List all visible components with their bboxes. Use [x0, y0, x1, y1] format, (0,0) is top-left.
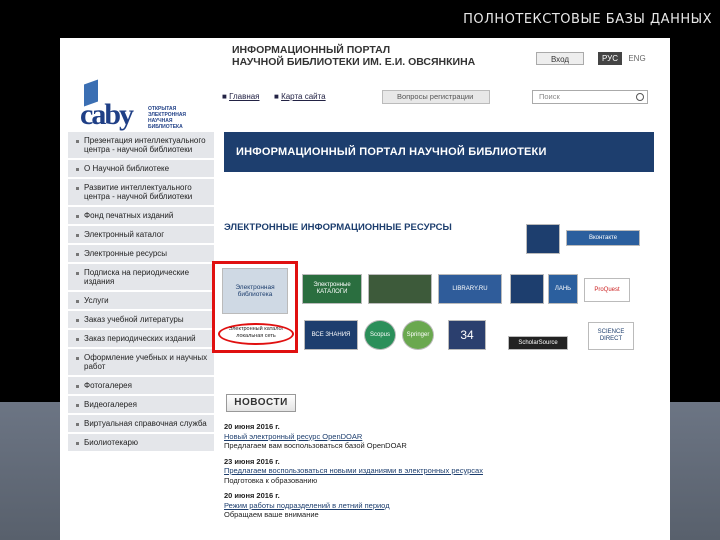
tile-vk[interactable]: Вконтакте	[566, 230, 640, 246]
tile-dissertations[interactable]	[368, 274, 432, 304]
news-date: 20 июня 2016 г.	[224, 491, 280, 500]
sidebar-item-virtual-help[interactable]: Виртуальная справочная служба	[68, 415, 214, 434]
news-text: Обращаем ваше внимание	[224, 510, 319, 519]
search-input[interactable]: Поиск	[532, 90, 648, 104]
sidebar-item-librarian[interactable]: Биолиотекарю	[68, 434, 214, 453]
nav-sitemap-link[interactable]: Карта сайта	[281, 92, 326, 101]
tile-elibrary[interactable]: LIBRARY.RU	[438, 274, 502, 304]
portal-title-line2: НАУЧНОЙ БИБЛИОТЕКИ ИМ. Е.И. ОВСЯНКИНА	[232, 56, 476, 68]
sidebar-item-about[interactable]: О Научной библиотеке	[68, 160, 214, 179]
tile-sciencedirect[interactable]: SCIENCE DIRECT	[588, 322, 634, 350]
tile-34[interactable]: 34	[448, 320, 486, 350]
browser-page: caby ОТКРЫТАЯ ЭЛЕКТРОННАЯ НАУЧНАЯ БИБЛИО…	[60, 38, 670, 540]
tile-nauchnye-izdaniya[interactable]	[526, 224, 560, 254]
tile-proquest[interactable]: ProQuest	[584, 278, 630, 302]
news-text: Предлагаем вам воспользоваться базой Ope…	[224, 441, 407, 450]
tile-catalogs[interactable]: Электронные КАТАЛОГИ	[302, 274, 362, 304]
nav-home-link[interactable]: Главная	[229, 92, 259, 101]
news-link[interactable]: Новый электронный ресурс OpenDOAR	[224, 432, 654, 442]
news-tab[interactable]: НОВОСТИ	[226, 394, 296, 412]
sidebar-item-e-resources[interactable]: Электронные ресурсы	[68, 245, 214, 264]
lang-en-button[interactable]: ENG	[626, 52, 648, 65]
sidebar-item-textbook-order[interactable]: Заказ учебной литературы	[68, 311, 214, 330]
sidebar-item-catalog[interactable]: Электронный каталог	[68, 226, 214, 245]
sidebar-item-presentation[interactable]: Презентация интеллектуального центра - н…	[68, 132, 214, 160]
news-date: 20 июня 2016 г.	[224, 422, 280, 431]
tile-emblem[interactable]	[510, 274, 544, 304]
portal-title-line1: ИНФОРМАЦИОННЫЙ ПОРТАЛ	[232, 44, 391, 56]
news-link[interactable]: Предлагаем воспользоваться новыми издани…	[224, 466, 654, 476]
logo-subtitle: ОТКРЫТАЯ ЭЛЕКТРОННАЯ НАУЧНАЯ БИБЛИОТЕКА	[148, 106, 187, 130]
news-date: 23 июня 2016 г.	[224, 456, 280, 466]
login-button[interactable]: Вход	[536, 52, 584, 65]
ask-question-button[interactable]: Вопросы регистрации	[382, 90, 490, 104]
sidebar-item-services[interactable]: Услуги	[68, 292, 214, 311]
news-text: Подготовка к образованию	[224, 475, 318, 485]
tile-vse-znaniya[interactable]: ВСЕ ЗНАНИЯ	[304, 320, 358, 350]
sidebar-item-development[interactable]: Развитие интеллектуального центра - науч…	[68, 179, 214, 207]
sidebar-item-print-fund[interactable]: Фонд печатных изданий	[68, 207, 214, 226]
tile-lanb[interactable]: ЛАНЬ	[548, 274, 578, 304]
portal-title: ИНФОРМАЦИОННЫЙ ПОРТАЛ НАУЧНОЙ БИБЛИОТЕКИ…	[232, 44, 475, 68]
main-banner: ИНФОРМАЦИОННЫЙ ПОРТАЛ НАУЧНОЙ БИБЛИОТЕКИ	[224, 132, 654, 172]
sidebar-item-subscription[interactable]: Подписка на периодические издания	[68, 264, 214, 292]
tile-scopus[interactable]: Scopus	[364, 320, 396, 350]
section-title: ЭЛЕКТРОННЫЕ ИНФОРМАЦИОННЫЕ РЕСУРСЫ	[224, 222, 452, 233]
sidebar-item-periodicals-order[interactable]: Заказ периодических изданий	[68, 330, 214, 349]
search-placeholder: Поиск	[539, 92, 560, 101]
highlight-oval	[218, 323, 294, 345]
news-list: 20 июня 2016 г. Новый электронный ресурс…	[224, 422, 654, 520]
sidebar-item-papers[interactable]: Оформление учебных и научных работ	[68, 349, 214, 377]
lang-ru-button[interactable]: РУС	[598, 52, 622, 65]
sidebar: Презентация интеллектуального центра - н…	[68, 132, 214, 453]
tile-scholarsource[interactable]: ScholarSource	[508, 336, 568, 350]
news-link[interactable]: Режим работы подразделений в летний пери…	[224, 501, 654, 511]
nav-sitemap[interactable]: ■ Карта сайта	[274, 92, 326, 101]
tile-springer[interactable]: Springer	[402, 320, 434, 350]
sidebar-item-video[interactable]: Видеогалерея	[68, 396, 214, 415]
sidebar-item-photo[interactable]: Фотогалерея	[68, 377, 214, 396]
slide-title: ПОЛНОТЕКСТОВЫЕ БАЗЫ ДАННЫХ	[463, 12, 712, 27]
search-icon[interactable]	[636, 93, 644, 101]
nav-home[interactable]: ■ Главная	[222, 92, 260, 101]
logo-text: caby	[80, 98, 134, 131]
